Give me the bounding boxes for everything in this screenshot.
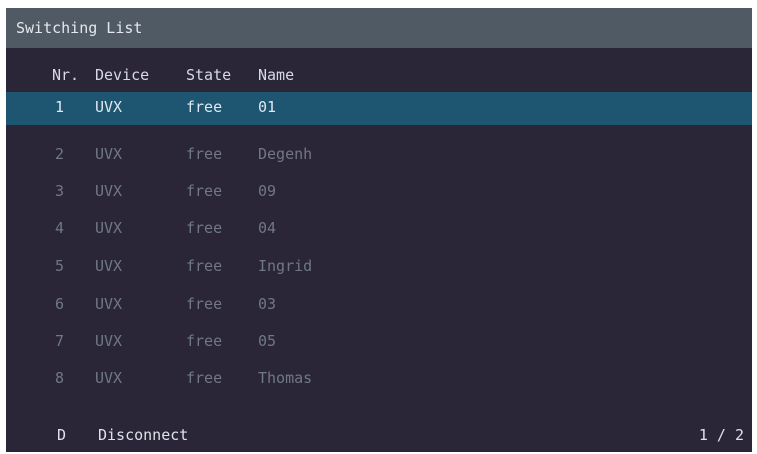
row-device: UVX xyxy=(95,295,123,313)
row-name: 03 xyxy=(258,295,277,313)
row-state: free xyxy=(186,295,223,313)
row-name: 04 xyxy=(258,219,277,237)
row-state: free xyxy=(186,219,223,237)
row-nr: 3 xyxy=(55,182,65,200)
column-header-nr: Nr. xyxy=(52,66,80,84)
table-row[interactable]: 1 UVX free 01 xyxy=(6,92,752,125)
screen-title: Switching List xyxy=(16,19,143,37)
table-row[interactable]: 6 UVX free 03 xyxy=(6,289,752,322)
table-row[interactable]: 4 UVX free 04 xyxy=(6,213,752,246)
footer-bar: D Disconnect 1 / 2 xyxy=(6,420,752,450)
switching-list-screen: Switching List Nr. Device State Name 1 U… xyxy=(6,8,752,452)
row-name: Ingrid xyxy=(258,257,313,275)
column-header-name: Name xyxy=(258,66,295,84)
table-row[interactable]: 3 UVX free 09 xyxy=(6,176,752,209)
row-nr: 2 xyxy=(55,145,65,163)
row-device: UVX xyxy=(95,369,123,387)
row-state: free xyxy=(186,145,223,163)
row-device: UVX xyxy=(95,98,123,116)
row-device: UVX xyxy=(95,332,123,350)
row-name: 05 xyxy=(258,332,277,350)
row-state: free xyxy=(186,98,223,116)
table-row[interactable]: 7 UVX free 05 xyxy=(6,326,752,359)
title-bar: Switching List xyxy=(6,8,752,48)
row-device: UVX xyxy=(95,145,123,163)
row-name: Degenh xyxy=(258,145,313,163)
column-header-device: Device xyxy=(95,66,150,84)
row-nr: 8 xyxy=(55,369,65,387)
row-nr: 5 xyxy=(55,257,65,275)
row-nr: 1 xyxy=(55,98,65,116)
row-state: free xyxy=(186,369,223,387)
table-row[interactable]: 8 UVX free Thomas xyxy=(6,363,752,396)
row-device: UVX xyxy=(95,219,123,237)
table-row[interactable]: 5 UVX free Ingrid xyxy=(6,251,752,284)
disconnect-key-hint: D xyxy=(57,426,67,444)
row-device: UVX xyxy=(95,182,123,200)
row-nr: 4 xyxy=(55,219,65,237)
row-state: free xyxy=(186,332,223,350)
table-header: Nr. Device State Name xyxy=(6,60,752,93)
row-name: Thomas xyxy=(258,369,313,387)
disconnect-button[interactable]: Disconnect xyxy=(98,426,188,444)
row-nr: 7 xyxy=(55,332,65,350)
page-indicator: 1 / 2 xyxy=(698,426,744,444)
row-device: UVX xyxy=(95,257,123,275)
row-name: 01 xyxy=(258,98,277,116)
row-state: free xyxy=(186,182,223,200)
row-name: 09 xyxy=(258,182,277,200)
table-row[interactable]: 2 UVX free Degenh xyxy=(6,139,752,172)
column-header-state: State xyxy=(186,66,232,84)
row-state: free xyxy=(186,257,223,275)
row-nr: 6 xyxy=(55,295,65,313)
